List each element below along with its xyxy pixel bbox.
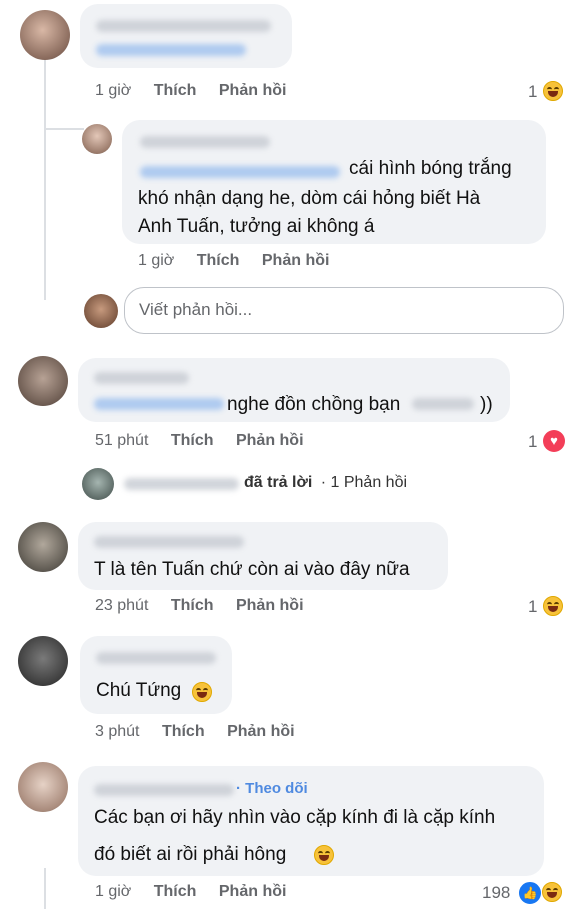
author-name[interactable]: [94, 372, 189, 384]
like-button[interactable]: Thích: [154, 883, 197, 900]
like-button[interactable]: Thích: [154, 82, 197, 99]
thread-line-curve: [44, 128, 84, 130]
heart-eyes-emoji-icon: [192, 682, 212, 702]
avatar[interactable]: [82, 468, 114, 500]
thread-line: [44, 868, 46, 909]
author-name[interactable]: [96, 652, 216, 664]
comment-text: nghe đồn chồng bạn: [227, 394, 401, 415]
tagged-user[interactable]: [140, 166, 340, 178]
author-name[interactable]: [94, 784, 234, 796]
tagged-user[interactable]: [96, 44, 246, 56]
replied-count: · 1 Phản hồi: [320, 474, 408, 491]
avatar[interactable]: [18, 762, 68, 812]
avatar[interactable]: [20, 10, 70, 60]
reply-input-placeholder: Viết phản hồi...: [139, 300, 253, 319]
comment-time[interactable]: 1 giờ: [138, 252, 174, 269]
comment-actions: 23 phút Thích Phản hồi: [95, 597, 322, 615]
reply-button[interactable]: Phản hồi: [236, 597, 304, 614]
reaction-count[interactable]: 1: [528, 82, 537, 102]
reply-button[interactable]: Phản hồi: [227, 723, 295, 740]
author-name[interactable]: [96, 20, 271, 32]
replied-summary[interactable]: đã trả lời · 1 Phản hồi: [244, 474, 425, 492]
comment-time[interactable]: 3 phút: [95, 723, 139, 740]
avatar[interactable]: [82, 124, 112, 154]
comment-actions: 3 phút Thích Phản hồi: [95, 723, 313, 741]
avatar[interactable]: [18, 636, 68, 686]
follow-link[interactable]: · Theo dõi: [236, 780, 308, 797]
comment-time[interactable]: 51 phút: [95, 432, 148, 449]
reaction-count[interactable]: 1: [528, 432, 537, 452]
reply-input[interactable]: Viết phản hồi...: [124, 287, 564, 334]
comment-text: Chú Tứng: [96, 680, 182, 701]
like-button[interactable]: Thích: [197, 252, 240, 269]
author-name[interactable]: [94, 536, 244, 548]
comment-text-line: đó biết ai rồi phải hông: [94, 844, 287, 865]
avatar[interactable]: [18, 356, 68, 406]
comment-bubble: [80, 4, 292, 68]
grinning-emoji-icon: [314, 845, 334, 865]
comment-text-line: Anh Tuấn, tưởng ai không á: [138, 216, 375, 237]
reply-button[interactable]: Phản hồi: [236, 432, 304, 449]
comment-time[interactable]: 1 giờ: [95, 82, 131, 99]
tagged-user[interactable]: [94, 398, 224, 410]
comment-actions: 1 giờ Thích Phản hồi: [95, 82, 304, 100]
author-name[interactable]: [140, 136, 270, 148]
comment-actions: 1 giờ Thích Phản hồi: [138, 252, 347, 270]
thread-line: [44, 60, 46, 300]
reaction-count[interactable]: 198: [482, 883, 510, 903]
comment-actions: 51 phút Thích Phản hồi: [95, 432, 322, 450]
comment-text: T là tên Tuấn chứ còn ai vào đây nữa: [94, 559, 410, 580]
blurred-name: [412, 398, 474, 410]
author-name[interactable]: [124, 478, 239, 490]
haha-reaction-icon[interactable]: [543, 596, 563, 616]
comment-time[interactable]: 23 phút: [95, 597, 148, 614]
reply-button[interactable]: Phản hồi: [219, 883, 287, 900]
avatar[interactable]: [18, 522, 68, 572]
reply-button[interactable]: Phản hồi: [262, 252, 330, 269]
comment-time[interactable]: 1 giờ: [95, 883, 131, 900]
like-button[interactable]: Thích: [171, 432, 214, 449]
comment-actions: 1 giờ Thích Phản hồi: [95, 883, 304, 901]
like-reaction-icon[interactable]: 👍: [517, 880, 543, 906]
comment-text-end: )): [480, 394, 493, 415]
comment-text-line: Các bạn ơi hãy nhìn vào cặp kính đi là c…: [94, 807, 496, 828]
love-reaction-icon[interactable]: ♥: [543, 430, 565, 452]
haha-reaction-icon[interactable]: [543, 81, 563, 101]
reaction-count[interactable]: 1: [528, 597, 537, 617]
comment-text-line: cái hình bóng trắng: [349, 158, 512, 179]
like-button[interactable]: Thích: [171, 597, 214, 614]
replied-action: đã trả lời: [244, 474, 313, 491]
like-button[interactable]: Thích: [162, 723, 205, 740]
current-user-avatar[interactable]: [84, 294, 118, 328]
comment-text-line: khó nhận dạng he, dòm cái hỏng biết Hà: [138, 188, 481, 209]
reply-button[interactable]: Phản hồi: [219, 82, 287, 99]
haha-reaction-icon[interactable]: [542, 882, 562, 902]
